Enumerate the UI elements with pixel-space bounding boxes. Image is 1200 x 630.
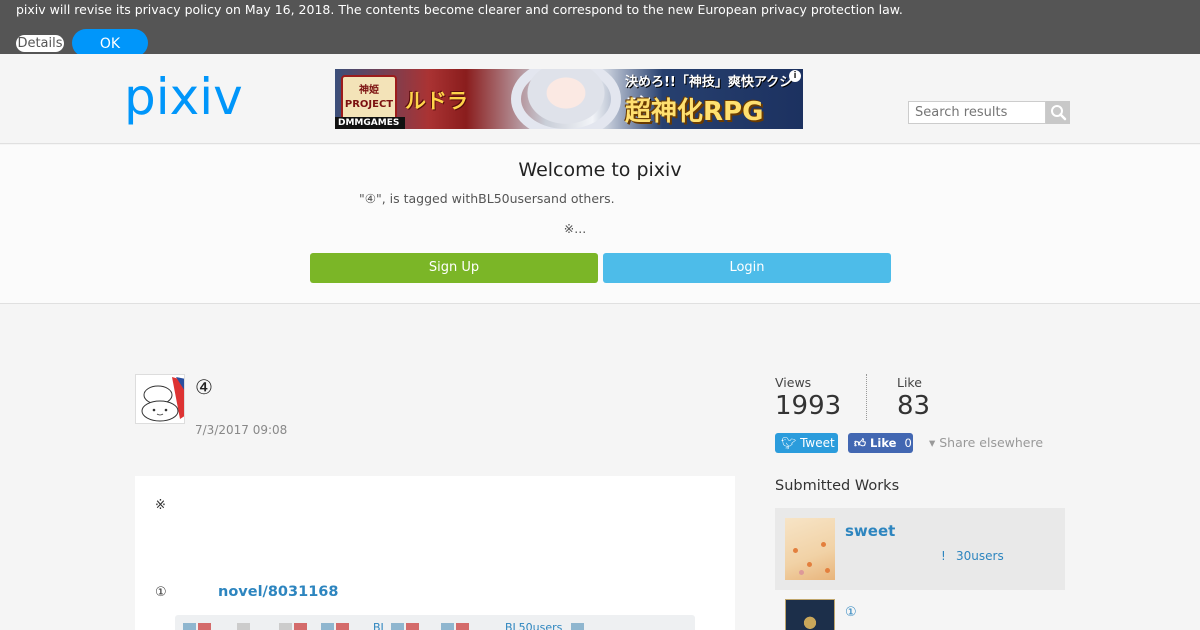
tag-bl50users[interactable]: BL50users — [505, 621, 562, 630]
twitter-bird-icon: 🐦︎ — [781, 436, 797, 450]
welcome-note: ※... — [563, 221, 587, 236]
search-input[interactable] — [908, 101, 1046, 124]
author-avatar[interactable] — [135, 374, 185, 424]
tag-item[interactable] — [237, 623, 252, 630]
privacy-message: pixiv will revise its privacy policy on … — [16, 2, 903, 17]
stats-divider — [866, 374, 867, 420]
tag-bl[interactable]: BL — [373, 621, 387, 630]
fb-like-label: Like — [870, 436, 897, 450]
views-label: Views — [775, 375, 812, 390]
privacy-notice-bar: pixiv will revise its privacy policy on … — [0, 0, 1200, 57]
thumbs-up-icon: 👍︎ — [854, 436, 867, 450]
like-label: Like — [897, 375, 922, 390]
details-button[interactable]: Details — [16, 35, 64, 52]
submitted-work-item[interactable]: sweet ! 30users — [775, 508, 1065, 590]
work-date: 7/3/2017 09:08 — [195, 423, 288, 437]
banner-badge: 神姫 PROJECT — [341, 75, 397, 121]
body-item-number: ① — [155, 585, 167, 600]
search-button[interactable] — [1046, 101, 1070, 124]
welcome-title: Welcome to pixiv — [518, 159, 682, 181]
tag-item[interactable] — [321, 623, 351, 630]
banner-title: ルドラ — [405, 89, 468, 113]
login-button[interactable]: Login — [603, 253, 891, 283]
work-users-count[interactable]: 30users — [956, 549, 1004, 563]
ok-button[interactable]: OK — [72, 29, 148, 57]
svg-text:pixiv: pixiv — [124, 68, 243, 126]
facebook-like-button[interactable]: 👍︎ Like 0 — [848, 433, 913, 453]
share-elsewhere-link[interactable]: ▾ Share elsewhere — [929, 435, 1043, 450]
fb-like-count: 0 — [904, 436, 912, 450]
novel-link[interactable]: novel/8031168 — [218, 584, 338, 600]
tag-item[interactable] — [441, 623, 471, 630]
work-title: ④ — [195, 375, 213, 399]
work-title-link[interactable]: sweet — [845, 522, 895, 540]
site-header: pixiv 神姫 PROJECT ルドラ 決めろ!!「神技」爽快アクション 超神… — [0, 54, 1200, 144]
work-body: ※ ① novel/8031168 BL BL50users — [135, 476, 735, 630]
welcome-section: Welcome to pixiv "④", is tagged withBL50… — [0, 145, 1200, 304]
tweet-label: Tweet — [800, 436, 835, 450]
work-title-link[interactable]: ① — [845, 605, 857, 620]
tag-item[interactable] — [183, 623, 213, 630]
tag-item[interactable] — [279, 623, 309, 630]
tag-badge — [391, 623, 421, 630]
ad-info-icon[interactable]: i — [789, 70, 801, 82]
banner-publisher: DMMGAMES — [335, 117, 405, 129]
views-count: 1993 — [775, 391, 842, 421]
banner-character — [521, 69, 611, 129]
like-count: 83 — [897, 391, 931, 421]
sign-up-button[interactable]: Sign Up — [310, 253, 598, 283]
submitted-works-heading: Submitted Works — [775, 478, 900, 494]
avatar-illustration — [136, 375, 184, 423]
tag-list: BL BL50users — [175, 615, 695, 630]
work-thumbnail[interactable] — [785, 518, 835, 580]
welcome-tagline: "④", is tagged withBL50usersand others. — [359, 191, 615, 206]
banner-headline: 超神化RPG — [625, 97, 764, 127]
search-icon — [1051, 105, 1067, 121]
tag-badge — [571, 623, 586, 630]
advertisement-banner[interactable]: 神姫 PROJECT ルドラ 決めろ!!「神技」爽快アクション 超神化RPG D… — [335, 69, 803, 129]
body-note-mark: ※ — [155, 498, 166, 513]
pixiv-logo[interactable]: pixiv — [124, 68, 254, 128]
tweet-button[interactable]: 🐦︎ Tweet — [775, 433, 838, 453]
work-thumbnail[interactable] — [785, 599, 835, 630]
work-bookmark-mark: ! — [941, 549, 946, 563]
